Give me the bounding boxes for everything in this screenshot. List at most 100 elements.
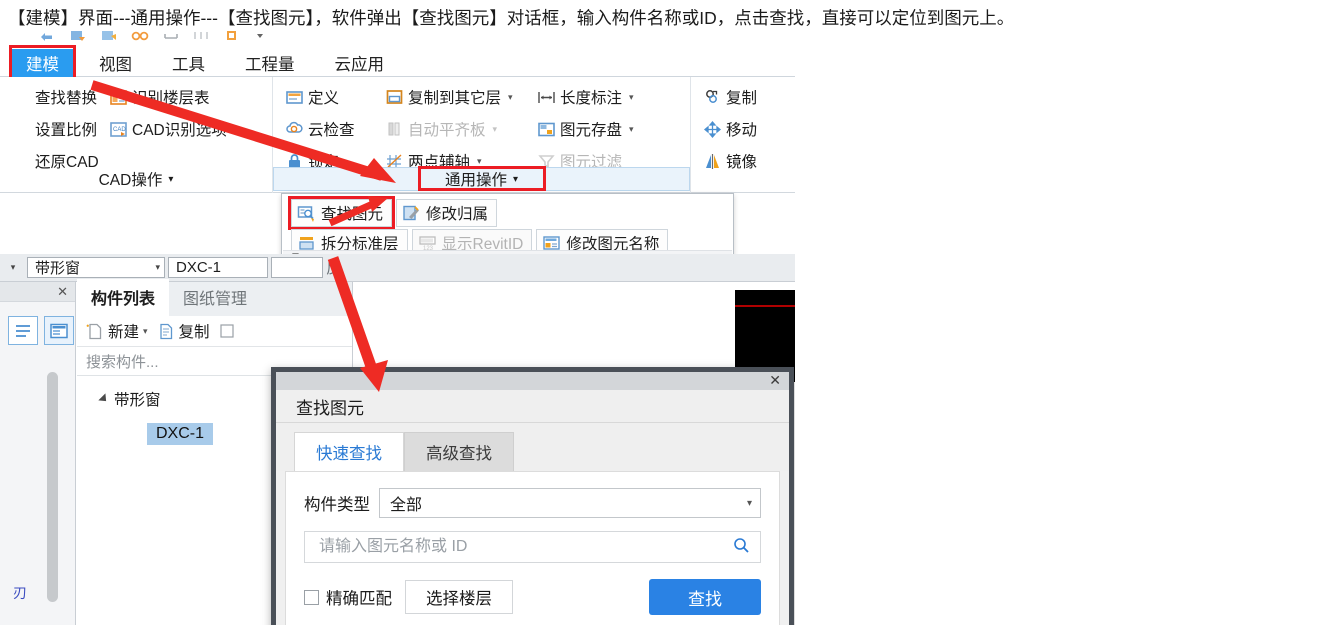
quick-access-more-icon[interactable] [255, 28, 273, 43]
ribbon-button-cad-recognize-options[interactable]: CAD CAD识别选项 [103, 118, 233, 140]
dialog-title: 查找图元 [276, 390, 789, 423]
view-glasses-icon[interactable] [131, 28, 149, 43]
option-bar-field[interactable] [271, 257, 323, 278]
ribbon-tab-yunyingyong[interactable]: 云应用 [321, 49, 399, 77]
dialog-tab-quick-find[interactable]: 快速查找 [294, 432, 404, 471]
component-name-select[interactable]: DXC-1 [168, 257, 268, 278]
dialog-close-icon[interactable]: ✕ [769, 372, 781, 389]
ribbon-button-save-element[interactable]: 图元存盘 ▾ [531, 118, 640, 140]
ribbon-button-length-dimension[interactable]: 长度标注 ▾ [531, 86, 640, 108]
distance-icon[interactable] [193, 28, 211, 43]
ribbon-group-common-operations: 定义 复制到其它层 ▾ 长度标注 ▾ 云检查 自动平齐板 ▾ 图元存盘 ▾ 锁定… [272, 77, 690, 193]
ribbon-button-label: 云检查 [308, 122, 355, 139]
chevron-down-icon: ▾ [746, 497, 752, 509]
dock-header: ✕ [0, 282, 75, 302]
ribbon-button-find-replace[interactable]: 查找替换 [6, 86, 103, 108]
element-search-box[interactable] [304, 531, 761, 563]
chevron-down-icon: ▾ [477, 155, 482, 166]
list-view-icon[interactable] [8, 316, 38, 345]
flyout-button-modify-ownership[interactable]: 修改归属 [396, 199, 498, 227]
ribbon-button-label: CAD识别选项 [132, 122, 227, 139]
save-as-icon[interactable] [69, 28, 87, 43]
magnifier-icon[interactable] [733, 537, 750, 558]
chevron-down-icon: ▾ [629, 91, 634, 102]
annotation-box-common-operations [417, 166, 546, 191]
ribbon-button-label: 长度标注 [560, 90, 623, 107]
option-bar-leading-caret-icon[interactable]: ▾ [2, 258, 24, 278]
page-caption: 【建模】界面---通用操作---【查找图元】，软件弹出【查找图元】对话框，输入构… [8, 8, 1015, 28]
layer-icon[interactable] [224, 28, 242, 43]
find-button[interactable]: 查找 [649, 579, 761, 615]
panel-tab-bar: 构件列表 图纸管理 [77, 279, 352, 316]
ribbon-button-set-scale[interactable]: 设置比例 [6, 118, 103, 140]
tree-node-label: 带形窗 [114, 392, 161, 409]
chevron-down-icon: ▾ [155, 262, 160, 272]
save-element-icon [537, 120, 556, 139]
left-dock: ✕ 刃 [0, 282, 76, 625]
component-type-value: 全部 [390, 497, 423, 514]
ribbon-button-move[interactable]: 移动 [697, 118, 763, 140]
detail-view-icon[interactable] [44, 316, 74, 345]
quick-access-icon-group [38, 28, 273, 43]
ribbon-tab-shitu[interactable]: 视图 [85, 49, 146, 77]
tab-component-list[interactable]: 构件列表 [77, 279, 170, 316]
measure-icon[interactable] [162, 28, 180, 43]
ribbon-group-label-text: CAD操作 [98, 172, 163, 189]
flyout-button-find-element[interactable]: 查找图元 [288, 196, 396, 230]
dialog-tab-bar: 快速查找 高级查找 [276, 423, 789, 471]
ribbon-group-modify: 复制 移动 镜像 [690, 77, 795, 193]
cad-icon: CAD [109, 120, 128, 139]
dialog-body: 构件类型 全部 ▾ 精确匹配 选择楼层 查找 [285, 471, 780, 625]
copy-icon [703, 88, 722, 107]
close-icon[interactable]: ✕ [57, 284, 68, 300]
component-type-dropdown[interactable]: 全部 ▾ [379, 488, 761, 518]
ribbon-button-label: 自动平齐板 [408, 122, 486, 139]
copy-layer-icon [385, 88, 404, 107]
save-icon[interactable] [100, 28, 118, 43]
svg-text:CAD: CAD [113, 127, 126, 133]
chevron-down-icon: ▾ [508, 91, 513, 102]
triangle-expand-icon[interactable] [98, 393, 110, 405]
flyout-button-label: 修改归属 [426, 206, 489, 223]
tab-drawing-management[interactable]: 图纸管理 [169, 279, 261, 316]
panel-button-copy[interactable]: 复制 [156, 320, 214, 342]
checkbox-box[interactable] [304, 589, 319, 605]
element-search-input[interactable] [317, 537, 733, 557]
ribbon-button-auto-align-slab[interactable]: 自动平齐板 ▾ [379, 118, 531, 140]
dock-scrollbar[interactable] [47, 372, 58, 602]
dialog-tab-advanced-find[interactable]: 高级查找 [404, 432, 514, 471]
ribbon-group-label-cad-operations[interactable]: CAD操作 ▾ [0, 167, 272, 191]
copy-file-icon [156, 322, 175, 341]
component-type-select[interactable]: 带形窗 ▾ [27, 257, 165, 278]
option-bar: ▾ 带形窗 ▾ DXC-1 反 [0, 254, 795, 282]
ribbon-button-define[interactable]: 定义 [279, 86, 379, 108]
ribbon-button-copy[interactable]: 复制 [697, 86, 763, 108]
undo-icon[interactable] [38, 28, 56, 43]
application-window: 建模 视图 工具 工程量 云应用 查找替换 识别楼层表 设置比例 CAD CAD… [0, 26, 795, 625]
ribbon-button-mirror[interactable]: 镜像 [697, 150, 763, 172]
ribbon-button-label: 图元存盘 [560, 122, 623, 139]
chevron-down-icon: ▾ [143, 325, 148, 336]
panel-button-new[interactable]: 新建 ▾ [85, 320, 152, 342]
dialog-titlebar: ✕ [276, 372, 789, 390]
select-floor-button[interactable]: 选择楼层 [405, 580, 513, 614]
dock-footer-glyph: 刃 [13, 585, 27, 601]
panel-toolbar: 新建 ▾ 复制 [77, 316, 352, 347]
cloud-check-icon [285, 120, 304, 139]
ribbon-tab-gongju[interactable]: 工具 [158, 49, 219, 77]
exact-match-checkbox[interactable]: 精确匹配 [304, 585, 392, 609]
ribbon-button-cloud-check[interactable]: 云检查 [279, 118, 379, 140]
chevron-down-icon: ▾ [168, 173, 174, 185]
panel-button-more[interactable] [218, 322, 241, 341]
ribbon-button-recognize-floor-table[interactable]: 识别楼层表 [103, 86, 216, 108]
exact-match-label: 精确匹配 [326, 590, 392, 608]
ribbon-tab-jianmo[interactable]: 建模 [9, 44, 76, 80]
tree-leaf-selected[interactable]: DXC-1 [147, 423, 214, 445]
ribbon-tab-gongchengliang[interactable]: 工程量 [231, 49, 309, 77]
ribbon-button-copy-to-other-floor[interactable]: 复制到其它层 ▾ [379, 86, 531, 108]
ribbon-button-label: 识别楼层表 [132, 90, 210, 107]
ribbon-group-label-common-operations[interactable]: 通用操作 ▾ [273, 166, 690, 191]
ribbon-button-label: 设置比例 [35, 122, 98, 139]
none-icon [12, 120, 31, 139]
component-name-select-value: DXC-1 [176, 259, 222, 276]
